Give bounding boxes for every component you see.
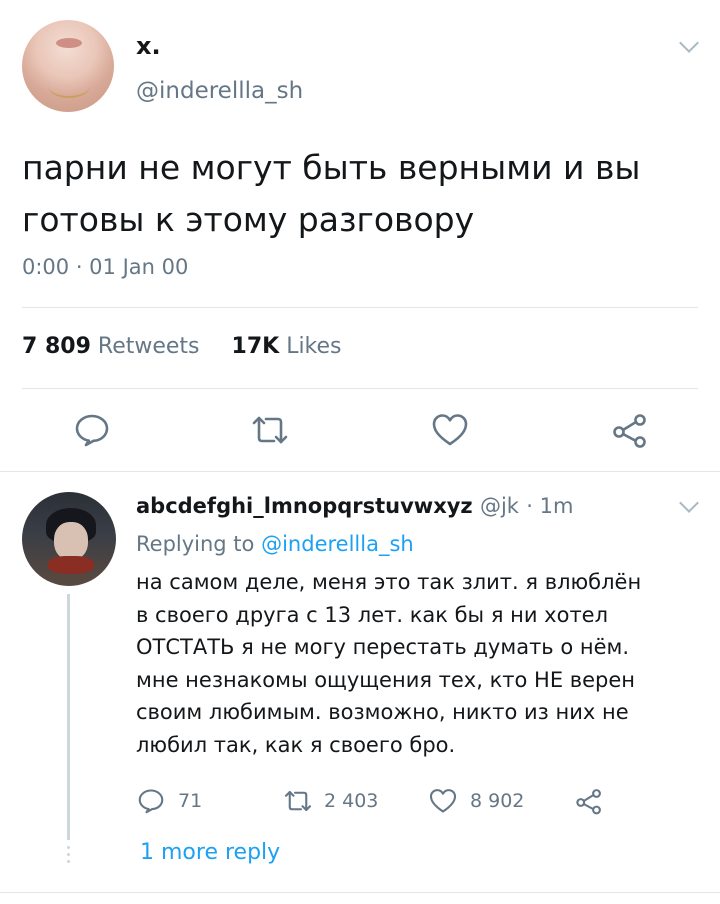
reply-author-handle[interactable]: @jk [480, 494, 519, 518]
avatar-scarf-detail [48, 556, 94, 574]
divider [22, 307, 698, 308]
reply-author-avatar[interactable] [22, 492, 116, 586]
retweets-label: Retweets [97, 334, 200, 359]
retweet-icon[interactable] [250, 410, 290, 450]
thread-line [67, 594, 70, 840]
divider [0, 471, 720, 472]
like-count: 8 902 [470, 790, 525, 812]
reply-like-action[interactable]: 8 902 [428, 786, 524, 816]
chevron-down-icon[interactable] [679, 493, 699, 513]
reply-author-display-name[interactable]: abcdefghi_lmnopqrstuvwxyz [136, 494, 473, 518]
reply-reply-action[interactable]: 71 [136, 786, 202, 816]
share-icon[interactable] [610, 410, 650, 450]
reply-time: · 1m [526, 494, 574, 518]
author-display-name[interactable]: x. [136, 32, 161, 60]
likes-label: Likes [286, 334, 342, 359]
heart-icon [428, 786, 458, 816]
likes-count: 17K [231, 334, 280, 359]
thread-dot [67, 846, 70, 849]
author-handle[interactable]: @inderellla_sh [136, 78, 303, 104]
avatar-lips-detail [56, 38, 82, 48]
reply-text: на самом деле, меня это так злит. я влюб… [136, 570, 642, 757]
retweets-stat[interactable]: 7 809 Retweets [22, 334, 207, 359]
avatar-face-detail [54, 522, 88, 560]
likes-stat[interactable]: 17K Likes [232, 334, 342, 359]
heart-icon[interactable] [430, 410, 470, 450]
chevron-down-icon[interactable] [679, 33, 699, 53]
reply-count: 71 [178, 790, 203, 812]
replying-to-line: Replying to @inderellla_sh [136, 532, 414, 556]
author-avatar[interactable] [22, 20, 114, 112]
avatar-necklace-detail [48, 74, 90, 98]
tweet-stats: 7 809 Retweets 17K Likes [22, 334, 342, 359]
reply-author-line: abcdefghi_lmnopqrstuvwxyz @jk · 1m [136, 494, 573, 518]
replying-prefix: Replying to [136, 532, 255, 556]
tweet-text: парни не могут быть верными и вы готовы … [22, 148, 641, 239]
tweet-timestamp[interactable]: 0:00 · 01 Jan 00 [22, 255, 188, 279]
divider [22, 388, 698, 389]
thread-dot [67, 853, 70, 856]
more-replies-link[interactable]: 1 more reply [140, 840, 280, 865]
thread-dot [67, 860, 70, 863]
reply-share-action[interactable] [574, 786, 604, 816]
share-icon [574, 786, 604, 816]
retweet-count: 2 403 [324, 790, 379, 812]
divider [0, 892, 720, 893]
reply-icon[interactable] [72, 410, 112, 450]
reply-retweet-action[interactable]: 2 403 [282, 786, 378, 816]
replying-to-link[interactable]: @inderellla_sh [261, 532, 414, 556]
reply-icon [136, 786, 166, 816]
retweets-count: 7 809 [22, 334, 91, 359]
retweet-icon [282, 786, 314, 816]
